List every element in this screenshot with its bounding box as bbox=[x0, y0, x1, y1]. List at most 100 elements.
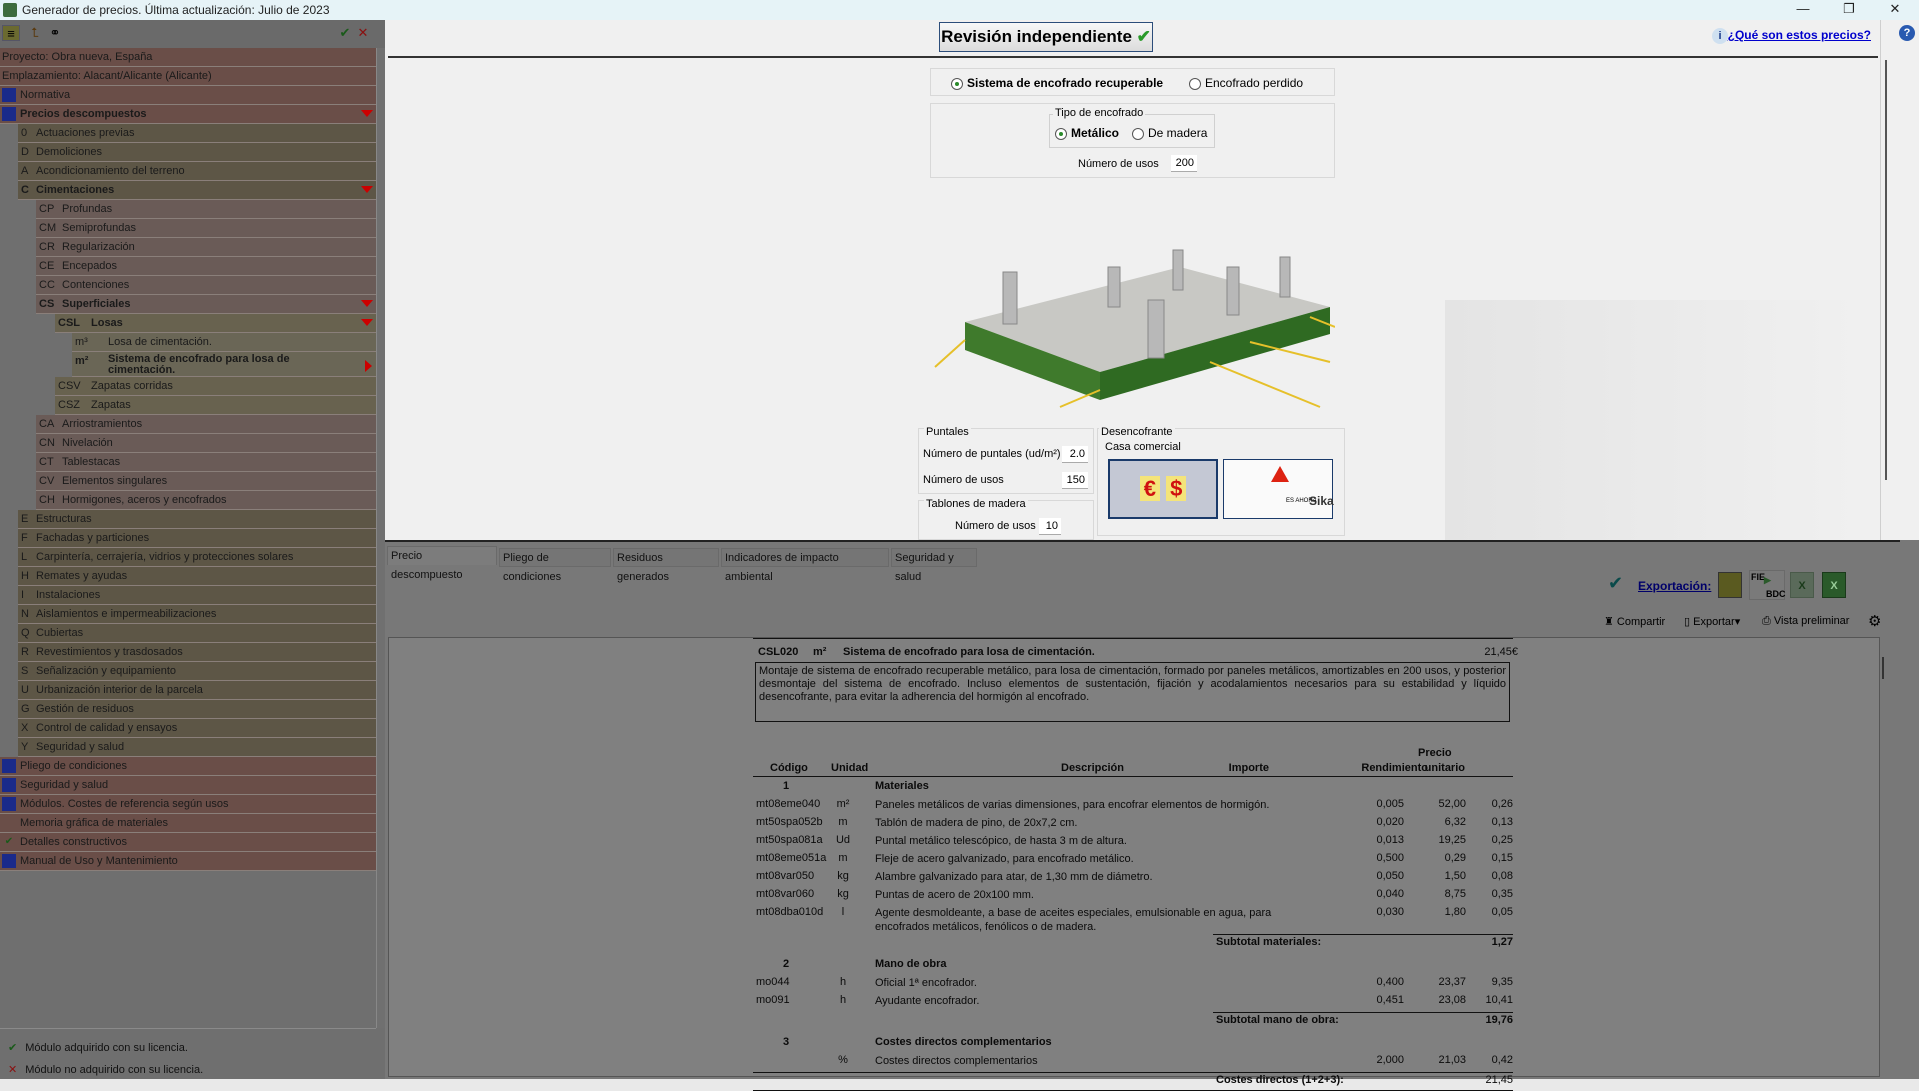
tree-item[interactable]: Normativa bbox=[0, 86, 376, 105]
tree-item[interactable]: m² Sistema de encofrado para losa de cime… bbox=[72, 352, 376, 377]
tree-item[interactable]: Pliego de condiciones bbox=[0, 757, 376, 776]
tree-item[interactable]: E Estructuras bbox=[18, 510, 376, 529]
independent-review-button[interactable]: Revisión independiente ✔ bbox=[939, 22, 1153, 52]
tree-item[interactable]: F Fachadas y particiones bbox=[18, 529, 376, 548]
tree-item[interactable]: Q Cubiertas bbox=[18, 624, 376, 643]
up-arrow-icon[interactable]: ⮤ bbox=[26, 25, 44, 41]
excel-xlsx-icon[interactable]: X bbox=[1822, 572, 1846, 598]
tree-item[interactable]: CV Elementos singulares bbox=[36, 472, 376, 491]
tree-item[interactable]: Proyecto: Obra nueva, España bbox=[0, 48, 376, 67]
tree-item[interactable]: CT Tablestacas bbox=[36, 453, 376, 472]
tree-item[interactable]: ✔ Detalles constructivos bbox=[0, 833, 376, 852]
tree-item[interactable]: CSV Zapatas corridas bbox=[55, 377, 376, 396]
radio-madera[interactable]: De madera bbox=[1132, 126, 1207, 140]
tree-item[interactable]: CSL Losas bbox=[55, 314, 376, 333]
tree-item[interactable]: R Revestimientos y trasdosados bbox=[18, 643, 376, 662]
export-button[interactable]: ▯ Exportar▾ bbox=[1684, 615, 1740, 628]
tree-item[interactable]: Módulos. Costes de referencia según usos bbox=[0, 795, 376, 814]
tree-item[interactable]: U Urbanización interior de la parcela bbox=[18, 681, 376, 700]
tab-residuos-generados[interactable]: Residuos generados bbox=[613, 548, 719, 583]
tree-item[interactable]: C Cimentaciones bbox=[18, 181, 376, 200]
formwork-illustration bbox=[934, 249, 1335, 408]
app-icon bbox=[3, 3, 17, 17]
detail-panel: Precio descompuesto Pliego de condiciones… bbox=[385, 540, 1919, 1091]
tree-item[interactable]: Precios descompuestos bbox=[0, 105, 376, 124]
tree-item[interactable]: CA Arriostramientos bbox=[36, 415, 376, 434]
tree-item-code: CH bbox=[39, 494, 55, 506]
tree-item[interactable]: A Acondicionamiento del terreno bbox=[18, 162, 376, 181]
collapse-arrow-icon[interactable] bbox=[361, 186, 373, 193]
tree-item[interactable]: CN Nivelación bbox=[36, 434, 376, 453]
collapse-arrow-icon[interactable] bbox=[361, 110, 373, 117]
tree-item[interactable]: Y Seguridad y salud bbox=[18, 738, 376, 757]
tree-item[interactable]: N Aislamientos e impermeabilizaciones bbox=[18, 605, 376, 624]
tree-item[interactable]: 0 Actuaciones previas bbox=[18, 124, 376, 143]
print-preview-button[interactable]: ⎙ Vista preliminar bbox=[1762, 615, 1849, 628]
row-importe: 0,25 bbox=[1491, 834, 1513, 846]
share-button[interactable]: ♜ Compartir bbox=[1604, 615, 1665, 628]
select-arrow-icon[interactable] bbox=[365, 360, 372, 372]
tablones-usos-input[interactable]: 10 bbox=[1039, 518, 1061, 535]
tree-item[interactable]: S Señalización y equipamiento bbox=[18, 662, 376, 681]
cancel-icon[interactable]: ✕ bbox=[354, 25, 372, 41]
tree-item[interactable]: D Demoliciones bbox=[18, 143, 376, 162]
radio-perdido[interactable]: Encofrado perdido bbox=[1189, 76, 1303, 90]
tree-item[interactable]: CSZ Zapatas bbox=[55, 396, 376, 415]
system-group: Sistema de encofrado recuperable Encofra… bbox=[930, 68, 1335, 96]
radio-recuperable[interactable]: Sistema de encofrado recuperable bbox=[951, 76, 1163, 90]
tab-indicadores-de-impacto-ambiental[interactable]: Indicadores de impacto ambiental bbox=[721, 548, 889, 583]
tree-item[interactable]: I Instalaciones bbox=[18, 586, 376, 605]
export-presto-icon[interactable] bbox=[1718, 572, 1742, 598]
tree-item[interactable]: CH Hormigones, aceros y encofrados bbox=[36, 491, 376, 510]
tree-item[interactable]: X Control de calidad y ensayos bbox=[18, 719, 376, 738]
tree-item[interactable]: Emplazamiento: Alacant/Alicante (Alicant… bbox=[0, 67, 376, 86]
tree-item-code: E bbox=[21, 513, 29, 525]
tree-item[interactable]: G Gestión de residuos bbox=[18, 700, 376, 719]
document-scrollbar[interactable] bbox=[1882, 657, 1884, 679]
close-button[interactable]: ✕ bbox=[1872, 0, 1918, 20]
what-are-prices-link[interactable]: ¿Qué son estos precios? bbox=[1728, 28, 1871, 42]
row-unit: % bbox=[838, 1054, 848, 1066]
tree-item-label: Memoria gráfica de materiales bbox=[20, 817, 168, 829]
tree-item[interactable]: CM Semiprofundas bbox=[36, 219, 376, 238]
tree-item-label: Carpintería, cerrajería, vidrios y prote… bbox=[36, 551, 294, 563]
sidebar-scrollbar[interactable] bbox=[376, 48, 385, 1028]
sika-brand-button[interactable]: ES AHORA Sika bbox=[1223, 459, 1334, 519]
collapse-arrow-icon[interactable] bbox=[361, 300, 373, 307]
puntales-label: Puntales bbox=[924, 426, 971, 438]
accept-icon[interactable]: ✔ bbox=[336, 25, 354, 41]
tab-precio-descompuesto[interactable]: Precio descompuesto bbox=[387, 546, 497, 581]
radio-metalico[interactable]: Metálico bbox=[1055, 126, 1119, 140]
row-importe: 0,15 bbox=[1491, 852, 1513, 864]
tree-item[interactable]: CR Regularización bbox=[36, 238, 376, 257]
tree-item[interactable]: CP Profundas bbox=[36, 200, 376, 219]
tree-item[interactable]: L Carpintería, cerrajería, vidrios y prot… bbox=[18, 548, 376, 567]
item-code: CSL020 bbox=[758, 646, 799, 658]
tab-seguridad-y-salud[interactable]: Seguridad y salud bbox=[891, 548, 977, 583]
help-icon[interactable]: ? bbox=[1899, 25, 1915, 41]
tree-item[interactable]: CC Contenciones bbox=[36, 276, 376, 295]
tree-item[interactable]: CS Superficiales bbox=[36, 295, 376, 314]
binoculars-icon[interactable]: ⚭ bbox=[46, 25, 64, 41]
tree-item[interactable]: H Remates y ayudas bbox=[18, 567, 376, 586]
tree-item[interactable]: Memoria gráfica de materiales bbox=[0, 814, 376, 833]
tree-item[interactable]: m³ Losa de cimentación. bbox=[72, 333, 376, 352]
export-link[interactable]: Exportación: bbox=[1638, 579, 1711, 593]
generic-brand-button[interactable]: € $ bbox=[1108, 459, 1218, 519]
options-scrollbar[interactable] bbox=[1885, 60, 1887, 480]
export-fie-bdc-button[interactable]: FIE BDC ▶ bbox=[1749, 570, 1786, 600]
tab-pliego-de-condiciones[interactable]: Pliego de condiciones bbox=[499, 548, 611, 583]
radio-icon bbox=[951, 77, 963, 90]
tree-item[interactable]: CE Encepados bbox=[36, 257, 376, 276]
minimize-button[interactable]: — bbox=[1780, 0, 1826, 20]
tree-item[interactable]: Manual de Uso y Mantenimiento bbox=[0, 852, 376, 871]
settings-icon[interactable]: ⚙ bbox=[1868, 612, 1881, 630]
tree-item[interactable]: Seguridad y salud bbox=[0, 776, 376, 795]
restore-button[interactable]: ❐ bbox=[1826, 0, 1872, 20]
usos-input[interactable]: 200 bbox=[1171, 155, 1197, 172]
collapse-arrow-icon[interactable] bbox=[361, 319, 373, 326]
puntales-count-input[interactable]: 2.0 bbox=[1062, 446, 1088, 463]
puntales-usos-input[interactable]: 150 bbox=[1062, 472, 1088, 489]
list-icon[interactable]: ≡ bbox=[2, 25, 20, 41]
excel-icon[interactable]: X bbox=[1790, 572, 1814, 598]
